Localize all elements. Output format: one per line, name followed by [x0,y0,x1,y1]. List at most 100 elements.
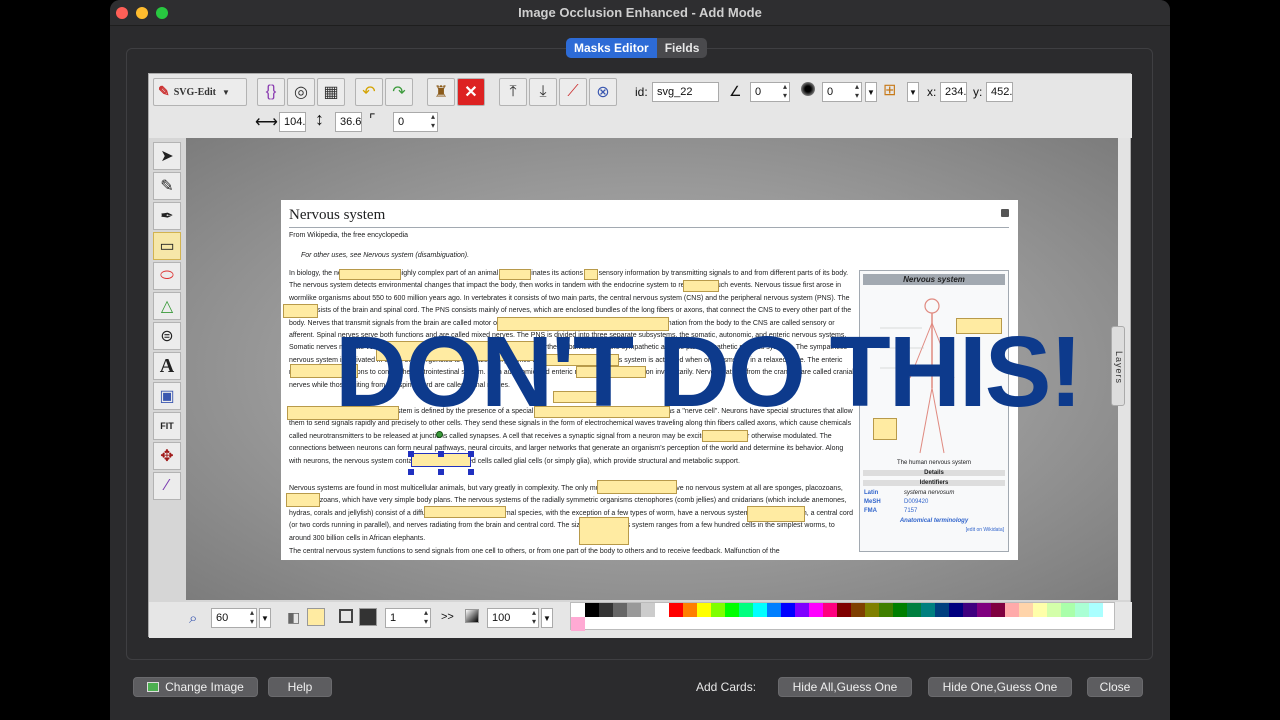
tab-masks-editor[interactable]: Masks Editor [566,38,657,58]
fill-color-swatch[interactable] [307,608,325,626]
select-tool[interactable]: ➤ [153,142,181,170]
selection-handle[interactable] [438,469,444,475]
angle-input[interactable]: 0 [750,82,790,102]
hide-one-guess-one-button[interactable]: Hide One,Guess One [928,677,1072,697]
delete-button[interactable]: ✕ [457,78,485,106]
undo-button[interactable]: ↶ [355,78,383,106]
occlusion-mask[interactable] [702,430,748,442]
color-swatch[interactable] [977,603,991,617]
color-swatch[interactable] [1047,603,1061,617]
color-swatch[interactable] [963,603,977,617]
stroke-width-input[interactable]: 1 [385,608,431,628]
corner-radius-input[interactable]: 0 [393,112,438,132]
blur-input[interactable]: 0 [822,82,862,102]
stroke-style-button[interactable]: >> [441,611,454,623]
color-swatch[interactable] [1019,603,1033,617]
color-swatch[interactable] [599,603,613,617]
convert-path-button[interactable]: ⟋ [559,78,587,106]
color-swatch[interactable] [781,603,795,617]
width-input[interactable]: 104. [279,112,306,132]
zoom-input[interactable]: 60 [211,608,257,628]
occlusion-mask[interactable] [597,480,677,494]
color-swatch[interactable] [1033,603,1047,617]
align-dropdown[interactable]: ▼ [865,82,877,102]
occlusion-mask[interactable] [286,493,320,507]
opacity-input[interactable]: 100 [487,608,539,628]
color-swatch[interactable] [711,603,725,617]
help-button[interactable]: Help [268,677,332,697]
occlusion-mask[interactable] [683,280,719,292]
color-swatch[interactable] [991,603,1005,617]
selection-handle[interactable] [438,451,444,457]
occlusion-mask[interactable] [579,517,629,545]
color-swatch[interactable] [571,617,585,631]
path-tool[interactable]: △ [153,292,181,320]
occlusion-mask[interactable] [747,506,805,522]
selection-handle[interactable] [408,451,414,457]
occlusion-mask[interactable] [584,269,598,280]
stroke-color-swatch[interactable] [359,608,377,626]
color-swatch[interactable] [655,603,669,617]
rect-tool[interactable]: ▭ [153,232,181,260]
color-swatch[interactable] [585,603,599,617]
redo-button[interactable]: ↷ [385,78,413,106]
opacity-dropdown[interactable]: ▼ [541,608,553,628]
image-tool[interactable]: ▣ [153,382,181,410]
color-swatch[interactable] [641,603,655,617]
clone-button[interactable]: ♜ [427,78,455,106]
color-swatch[interactable] [921,603,935,617]
pan-tool[interactable]: ✥ [153,442,181,470]
color-swatch[interactable] [823,603,837,617]
text-tool[interactable]: A [153,352,181,380]
zoom-dropdown[interactable]: ▼ [259,608,271,628]
color-swatch[interactable] [669,603,683,617]
svg-edit-menu[interactable]: ✎ SVG-Edit ▼ [153,78,247,106]
grid-button[interactable]: ▦ [317,78,345,106]
move-top-button[interactable]: ⤒ [499,78,527,106]
color-swatch[interactable] [1005,603,1019,617]
height-input[interactable]: 36.6 [335,112,362,132]
color-swatch[interactable] [753,603,767,617]
color-swatch[interactable] [571,603,585,617]
pencil-tool[interactable]: ✎ [153,172,181,200]
color-swatch[interactable] [1089,603,1103,617]
color-swatch[interactable] [865,603,879,617]
color-swatch[interactable] [907,603,921,617]
move-bottom-button[interactable]: ⤓ [529,78,557,106]
color-swatch[interactable] [935,603,949,617]
tab-fields[interactable]: Fields [657,38,708,58]
align-menu-dropdown[interactable]: ▼ [907,82,919,102]
color-swatch[interactable] [739,603,753,617]
ellipse-tool[interactable]: ⬭ [153,262,181,290]
color-swatch[interactable] [725,603,739,617]
close-button[interactable]: Close [1087,677,1143,697]
occlusion-mask[interactable] [283,304,318,318]
occlusion-mask[interactable] [499,269,531,280]
color-swatch[interactable] [613,603,627,617]
selection-handle[interactable] [436,431,443,438]
color-swatch[interactable] [837,603,851,617]
source-code-button[interactable]: {} [257,78,285,106]
color-swatch[interactable] [1075,603,1089,617]
color-swatch[interactable] [767,603,781,617]
occlusion-mask[interactable] [424,506,506,518]
id-input[interactable]: svg_22 [652,82,719,102]
color-swatch[interactable] [879,603,893,617]
color-swatch[interactable] [1061,603,1075,617]
selection-handle[interactable] [468,451,474,457]
change-image-button[interactable]: Change Image [133,677,258,697]
reorient-button[interactable]: ⊗ [589,78,617,106]
color-palette[interactable] [570,602,1115,631]
color-swatch[interactable] [893,603,907,617]
color-swatch[interactable] [795,603,809,617]
color-swatch[interactable] [949,603,963,617]
selection-handle[interactable] [408,469,414,475]
hide-all-guess-one-button[interactable]: Hide All,Guess One [778,677,912,697]
eyedropper-tool[interactable]: ⁄ [153,472,181,500]
layers-panel-toggle[interactable]: Layers [1111,326,1125,406]
x-input[interactable]: 234. [940,82,967,102]
zoom-fit-tool[interactable]: FIT [153,412,181,440]
y-input[interactable]: 452. [986,82,1013,102]
occlusion-mask[interactable] [339,269,401,280]
color-swatch[interactable] [683,603,697,617]
